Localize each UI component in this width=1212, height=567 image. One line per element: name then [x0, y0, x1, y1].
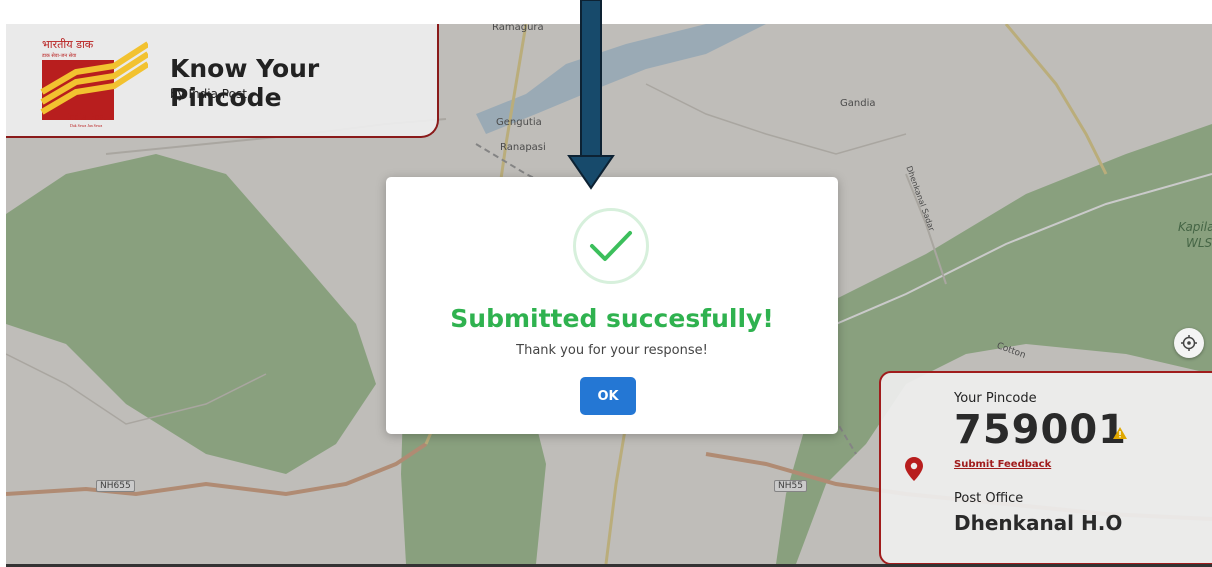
pincode-label: Your Pincode: [954, 391, 1037, 406]
post-office-label: Post Office: [954, 491, 1024, 506]
svg-text:डाक सेवा-जन सेवा: डाक सेवा-जन सेवा: [41, 52, 77, 59]
submit-feedback-link[interactable]: Submit Feedback: [954, 459, 1051, 470]
svg-text:Dak Sewa Jan Sewa: Dak Sewa Jan Sewa: [70, 123, 103, 128]
check-icon: [590, 231, 632, 261]
dialog-message: Thank you for your response!: [516, 343, 708, 358]
svg-text:India Post: India Post: [66, 112, 107, 123]
svg-text:भारतीय डाक: भारतीय डाक: [42, 38, 94, 51]
success-dialog: Submitted succesfully! Thank you for you…: [386, 177, 838, 434]
pincode-card: Your Pincode 759001 Submit Feedback Post…: [879, 371, 1212, 564]
annotation-arrow-icon: [567, 0, 615, 190]
location-pin-icon: [905, 457, 923, 481]
ok-button[interactable]: OK: [580, 377, 636, 415]
warning-icon[interactable]: [1113, 427, 1127, 439]
post-office-value: Dhenkanal H.O: [954, 511, 1123, 535]
india-post-logo: भारतीय डाक डाक सेवा-जन सेवा India Post D…: [40, 38, 148, 128]
recenter-button[interactable]: [1174, 328, 1204, 358]
pincode-value: 759001: [954, 407, 1127, 453]
app-title: Know Your Pincode: [170, 54, 320, 112]
dialog-title: Submitted succesfully!: [450, 304, 774, 333]
app-subtitle: by India Post: [170, 87, 247, 101]
app-header: भारतीय डाक डाक सेवा-जन सेवा India Post D…: [6, 24, 439, 138]
success-check-circle: [573, 208, 649, 284]
crosshair-icon: [1181, 335, 1197, 351]
